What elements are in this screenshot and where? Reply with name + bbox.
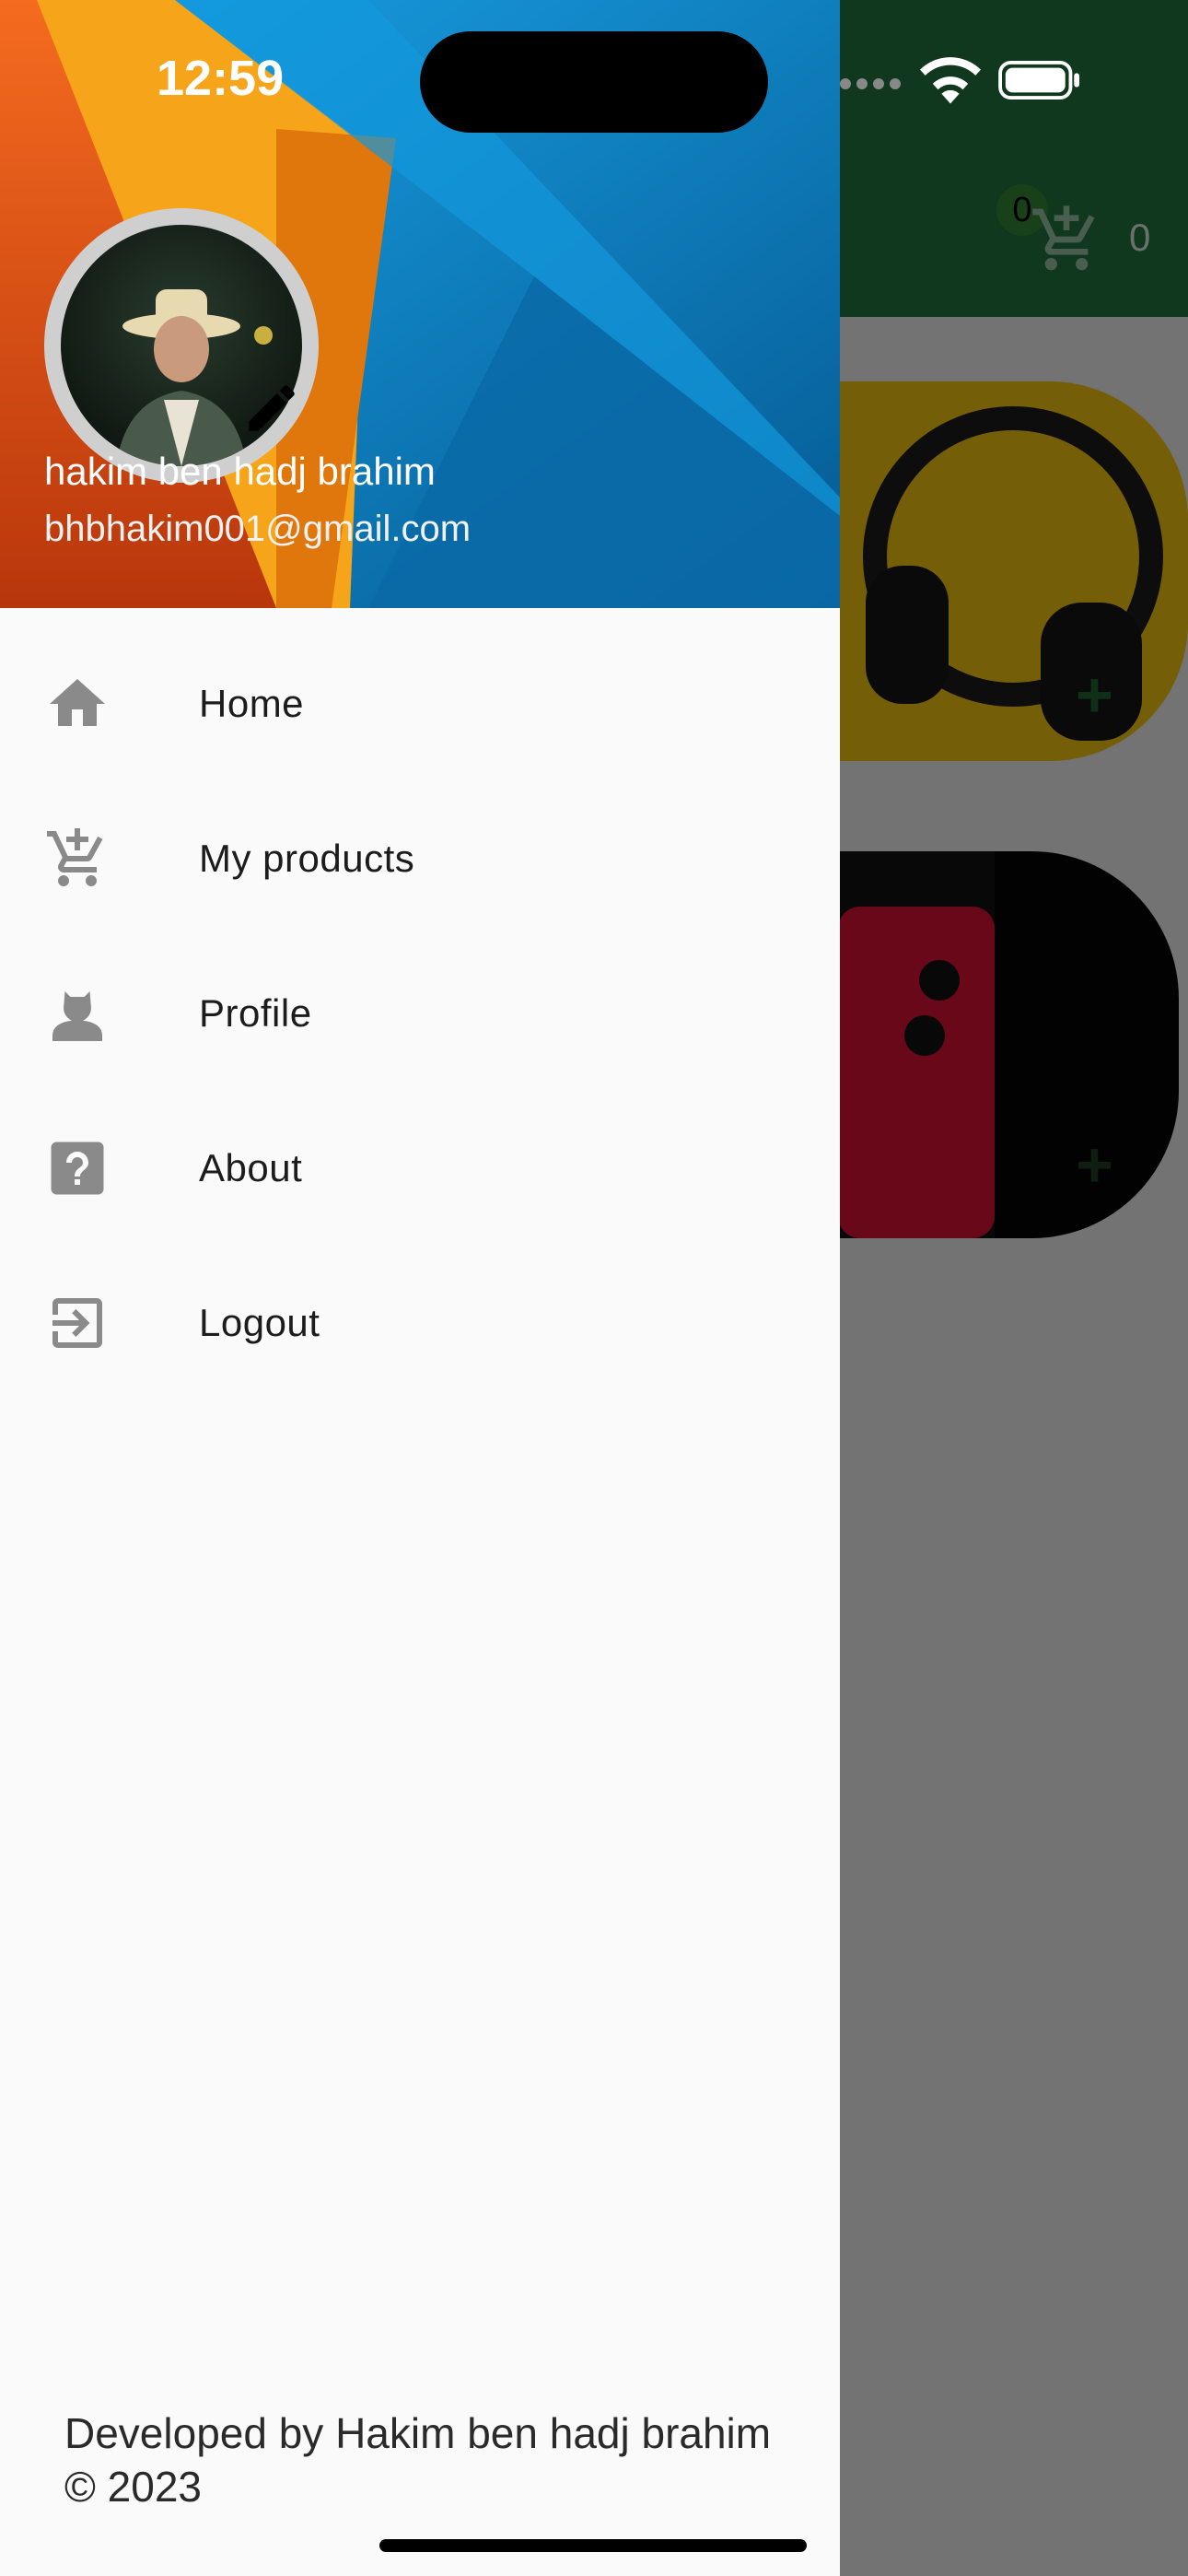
menu-item-label: Home — [199, 682, 305, 725]
user-email: bhbhakim001@gmail.com — [44, 509, 472, 549]
wifi-icon — [920, 57, 981, 104]
menu-item-label: Logout — [199, 1301, 320, 1344]
menu-item-my-products[interactable]: My products — [0, 781, 840, 936]
menu-item-label: About — [199, 1146, 303, 1189]
menu-item-logout[interactable]: Logout — [0, 1246, 840, 1400]
status-time: 12:59 — [157, 51, 285, 106]
menu-item-about[interactable]: About — [0, 1091, 840, 1246]
screen: 0 0 + + 12:59 hakim ben hadj brahim bhbh… — [0, 0, 1188, 2576]
drawer-menu: Home My products Profile About Logout — [0, 626, 840, 1400]
menu-item-label: My products — [199, 837, 415, 880]
dynamic-island — [420, 31, 768, 133]
menu-item-label: Profile — [199, 991, 312, 1035]
help-icon — [51, 1142, 104, 1195]
person-icon — [52, 991, 102, 1041]
login-icon — [52, 1298, 102, 1348]
battery-icon — [998, 61, 1079, 100]
home-icon — [50, 679, 105, 726]
edit-icon[interactable] — [241, 378, 302, 439]
user-name: hakim ben hadj brahim — [44, 450, 436, 493]
developer-credit: Developed by Hakim ben hadj brahim © 202… — [64, 2409, 772, 2511]
navigation-drawer: hakim ben hadj brahim bhbhakim001@gmail.… — [0, 0, 840, 2576]
signal-icon — [840, 77, 906, 94]
home-indicator[interactable] — [379, 2539, 807, 2552]
menu-item-profile[interactable]: Profile — [0, 936, 840, 1091]
avatar[interactable] — [44, 208, 319, 483]
menu-item-home[interactable]: Home — [0, 626, 840, 781]
add-shopping-cart-icon — [47, 828, 103, 886]
